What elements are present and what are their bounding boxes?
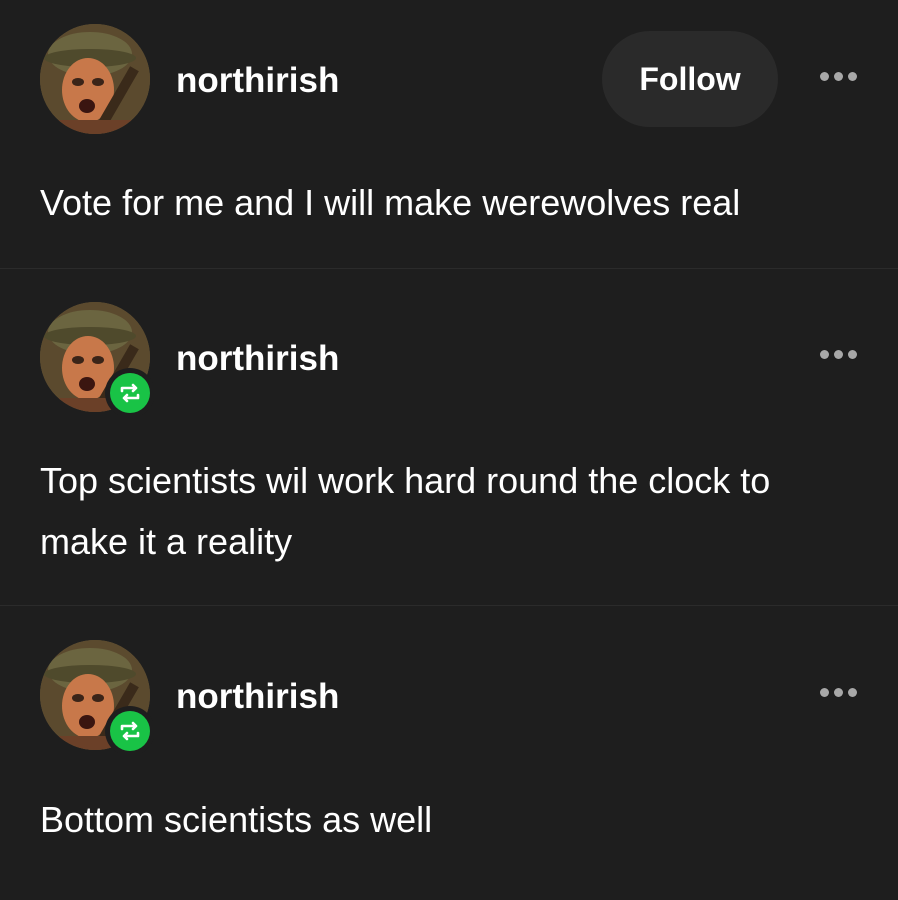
reblog-badge — [105, 706, 155, 756]
username[interactable]: northirish — [176, 339, 339, 379]
post-reblog: northirish Top scientists wil work hard … — [0, 268, 898, 606]
more-options-icon[interactable] — [810, 680, 866, 704]
more-options-icon[interactable] — [810, 342, 866, 366]
reblog-thread: northirish Follow Vote for me and I will… — [0, 0, 898, 900]
reblog-badge — [105, 368, 155, 418]
username[interactable]: northirish — [176, 61, 339, 101]
reblog-icon — [120, 383, 140, 403]
follow-button[interactable]: Follow — [602, 31, 778, 127]
post-reblog: northirish Bottom scientists as well — [0, 606, 898, 900]
post-text: Vote for me and I will make werewolves r… — [40, 182, 741, 223]
post-text: Top scientists wil work hard round the c… — [40, 460, 771, 562]
username[interactable]: northirish — [176, 677, 339, 717]
reblog-icon — [120, 721, 140, 741]
more-options-icon[interactable] — [810, 64, 866, 88]
avatar-soldier-icon — [40, 24, 150, 134]
post-original: northirish Follow Vote for me and I will… — [0, 0, 898, 268]
avatar[interactable] — [40, 24, 150, 134]
post-text: Bottom scientists as well — [40, 799, 433, 840]
